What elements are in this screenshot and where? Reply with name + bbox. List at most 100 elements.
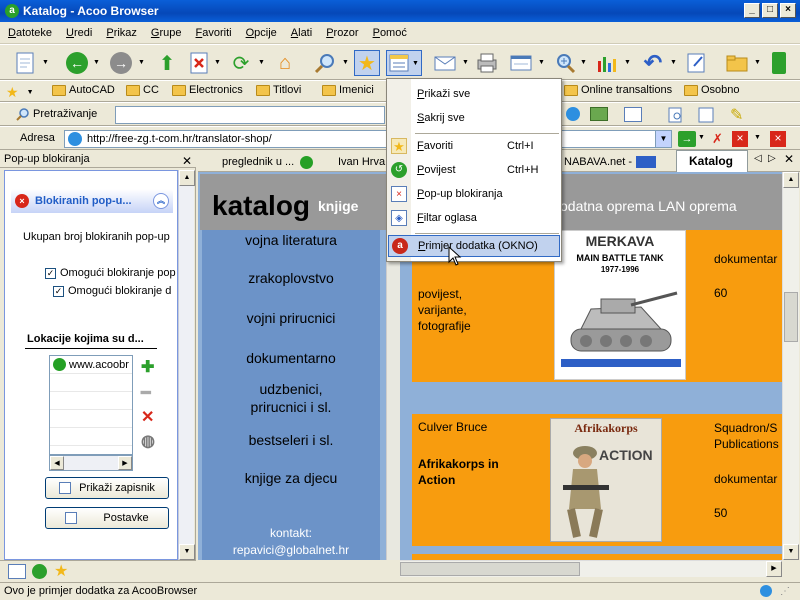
menu-grupe[interactable]: Grupe — [151, 27, 182, 39]
history-tab-icon[interactable] — [32, 564, 47, 579]
chevron-down-icon[interactable]: ▼ — [580, 59, 587, 66]
menu-item-plugin-example[interactable]: a Primjer dodatka (OKNO) — [388, 235, 560, 257]
delete-icon[interactable]: ✕ — [141, 407, 154, 427]
search-input[interactable] — [115, 106, 385, 124]
menu-item-ad-filter[interactable]: ◈ Filtar oglasa — [387, 207, 561, 229]
scroll-right-icon[interactable]: ▶ — [766, 561, 782, 577]
zoom-icon[interactable] — [552, 50, 578, 76]
search-icon[interactable] — [312, 50, 338, 76]
book-cover-merkava[interactable]: MERKAVA MAIN BATTLE TANK 1977-1996 — [554, 230, 686, 380]
tab-ivan[interactable]: Ivan Hrva — [338, 152, 385, 172]
chevron-down-icon[interactable]: ▼ — [462, 59, 469, 66]
add-icon[interactable]: ✚ — [141, 357, 154, 377]
product-title[interactable]: Afrikakorps in Action — [418, 456, 499, 488]
page-vertical-scrollbar[interactable]: ▲ ▼ — [782, 172, 799, 560]
mail-icon[interactable] — [432, 50, 458, 76]
image-icon[interactable] — [590, 107, 608, 121]
link-electronics[interactable]: Electronics — [172, 84, 243, 96]
chevron-down-icon[interactable]: ▼ — [670, 59, 677, 66]
chevron-down-icon[interactable]: ▼ — [93, 59, 100, 66]
menu-opcije[interactable]: Opcije — [246, 27, 277, 39]
category-link[interactable]: vojna literatura — [202, 232, 380, 248]
checkbox-checked[interactable]: ✓ — [53, 285, 64, 297]
menu-prozor[interactable]: Prozor — [326, 27, 358, 39]
highlight-icon[interactable]: ✎ — [730, 105, 743, 125]
menu-item-hide-all[interactable]: Sakrij sve — [387, 107, 561, 129]
collapse-icon[interactable]: ︽ — [153, 193, 169, 209]
scroll-down-icon[interactable]: ▼ — [179, 544, 195, 560]
category-link[interactable]: vojni prirucnici — [202, 310, 380, 326]
chevron-down-icon[interactable]: ▼ — [624, 59, 631, 66]
sidebar-scrollbar[interactable]: ▲ ▼ — [178, 170, 195, 560]
menu-prikaz[interactable]: Prikaz — [106, 27, 137, 39]
contact-email[interactable]: repavici@globalnet.hr — [202, 543, 380, 557]
network-icon[interactable] — [766, 50, 792, 76]
address-input[interactable]: http://free-zg.t-com.hr/translator-shop/… — [64, 130, 672, 148]
new-page-icon[interactable] — [12, 50, 38, 76]
scroll-down-icon[interactable]: ▼ — [783, 544, 799, 560]
undo-icon[interactable]: ↶ — [640, 50, 666, 76]
chevron-down-icon[interactable]: ▼ — [655, 131, 671, 147]
forward-icon[interactable]: → — [108, 50, 134, 76]
chevron-down-icon[interactable]: ▼ — [138, 59, 145, 66]
favorites-tab-icon[interactable]: ★ — [54, 561, 68, 581]
folder-icon[interactable] — [724, 50, 750, 76]
tab-preglednik[interactable]: preglednik u ... — [222, 152, 316, 172]
table-icon[interactable] — [624, 107, 642, 122]
frame-scrollbar[interactable] — [386, 230, 400, 560]
chevron-down-icon[interactable]: ▼ — [698, 134, 705, 141]
favorites-star-icon[interactable]: ★ — [354, 50, 380, 76]
remove-icon[interactable]: ━ — [141, 383, 151, 403]
minimize-button[interactable]: _ — [744, 3, 760, 18]
refresh-icon[interactable]: ⟳ — [228, 50, 254, 76]
link-cc[interactable]: CC — [126, 84, 159, 96]
link-online-translations[interactable]: Online transaltions — [564, 84, 672, 96]
home-icon[interactable]: ⌂ — [272, 50, 298, 76]
menu-item-favorites[interactable]: ★ Favoriti Ctrl+I — [387, 135, 561, 157]
panels-icon[interactable]: ▼ — [386, 50, 422, 76]
clear-icon[interactable]: ◍ — [141, 431, 155, 451]
enable-blocking-checkbox[interactable]: ✓ Omogući blokiranje d — [53, 285, 177, 297]
close-all-icon[interactable]: × — [770, 131, 786, 147]
up-icon[interactable]: ⬆ — [154, 50, 180, 76]
menu-alati[interactable]: Alati — [291, 27, 312, 39]
tab-next-icon[interactable]: ▷ — [768, 153, 776, 164]
menu-item-history[interactable]: ↺ Povijest Ctrl+H — [387, 159, 561, 181]
chevron-down-icon[interactable]: ▼ — [42, 59, 49, 66]
link-autocad[interactable]: AutoCAD — [52, 84, 115, 96]
maximize-button[interactable]: □ — [762, 3, 778, 18]
tab-nabava[interactable]: NABAVA.net - — [564, 152, 657, 172]
close-button[interactable]: × — [780, 3, 796, 18]
link-titlovi[interactable]: Titlovi — [256, 84, 301, 96]
links-star-icon[interactable]: ★ ▼ — [6, 84, 34, 101]
close-tab-icon[interactable]: ✕ — [784, 152, 794, 166]
category-link[interactable]: knjige za djecu — [202, 470, 380, 486]
chevron-down-icon[interactable]: ▼ — [754, 59, 761, 66]
back-icon[interactable]: ← — [64, 50, 90, 76]
page-horizontal-scrollbar[interactable]: ▶ — [400, 560, 782, 577]
close-icon[interactable]: ✕ — [182, 152, 192, 170]
list-item[interactable]: www.acoobr — [50, 356, 132, 374]
book-cover-afrikakorps[interactable]: Afrikakorps ACTION — [550, 418, 662, 542]
scroll-up-icon[interactable]: ▲ — [783, 172, 799, 188]
tools-icon[interactable] — [594, 50, 620, 76]
category-link[interactable]: bestseleri i sl. — [202, 432, 380, 448]
menu-datoteke[interactable]: Datoteke — [8, 27, 52, 39]
category-link[interactable]: udzbenici, prirucnici i sl. — [202, 380, 380, 416]
resize-grip-icon[interactable]: ⋰ — [780, 584, 790, 600]
close-tab-icon[interactable]: × — [732, 131, 748, 147]
scroll-right-icon[interactable]: ▶ — [118, 456, 132, 470]
menu-uredi[interactable]: Uredi — [66, 27, 92, 39]
go-button[interactable]: → — [678, 131, 696, 147]
scroll-up-icon[interactable]: ▲ — [179, 170, 195, 186]
blocked-popups-header[interactable]: × Blokiranih pop-u... ︽ — [11, 189, 173, 213]
scroll-thumb[interactable] — [400, 562, 580, 576]
menu-pomoc[interactable]: Pomoć — [373, 27, 407, 39]
print-icon[interactable] — [474, 50, 500, 76]
edit-icon[interactable] — [508, 50, 534, 76]
stop-icon[interactable] — [186, 50, 212, 76]
locations-list[interactable]: www.acoobr — [49, 355, 133, 455]
chevron-down-icon[interactable]: ▼ — [214, 59, 221, 66]
checkbox-checked[interactable]: ✓ — [45, 267, 56, 279]
chevron-down-icon[interactable]: ▼ — [538, 59, 545, 66]
